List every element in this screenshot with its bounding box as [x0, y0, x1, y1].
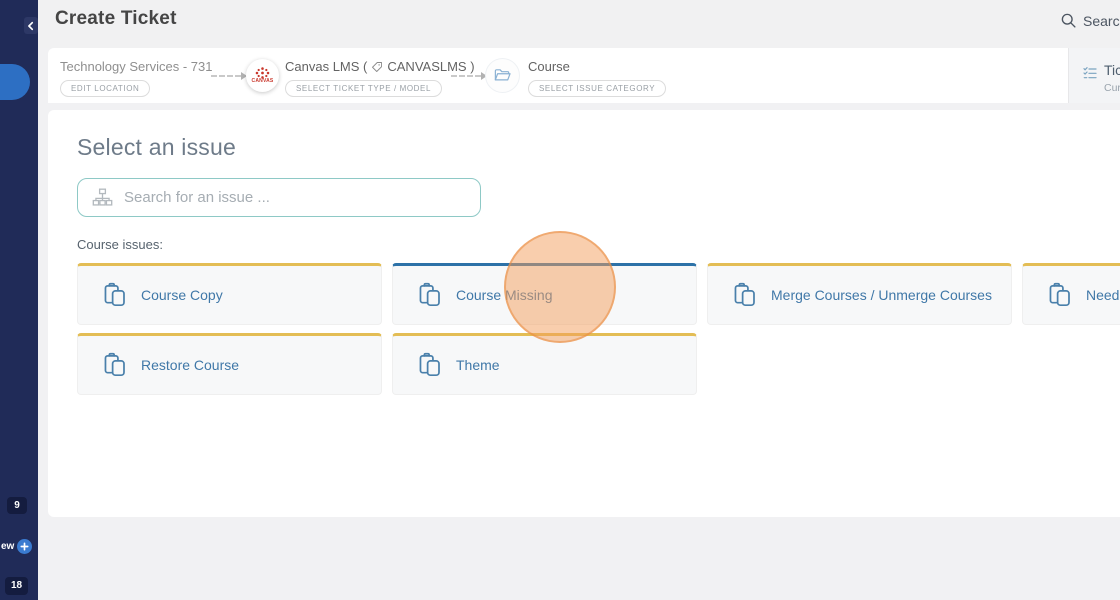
- sidebar-new-label: ew: [1, 541, 14, 552]
- issue-heading: Select an issue: [77, 134, 236, 161]
- issue-card-label: Course Copy: [141, 287, 223, 303]
- sidebar: 9 ew 18: [0, 0, 38, 600]
- issue-card-label: Merge Courses / Unmerge Courses: [771, 287, 992, 303]
- workflow-arrow-icon: [451, 72, 487, 80]
- global-search-label: Search: [1083, 13, 1120, 29]
- clipboard-copy-icon: [1047, 282, 1073, 308]
- sidebar-active-item[interactable]: [0, 64, 30, 100]
- course-issues-label: Course issues:: [77, 237, 163, 252]
- sitemap-icon: [92, 187, 113, 208]
- workflow-step-location: Technology Services - 731 EDIT LOCATION: [60, 59, 212, 97]
- sidebar-collapse-button[interactable]: [24, 17, 38, 34]
- select-issue-category-chip[interactable]: SELECT ISSUE CATEGORY: [528, 80, 666, 97]
- select-ticket-type-chip[interactable]: SELECT TICKET TYPE / MODEL: [285, 80, 442, 97]
- issue-search-box: [77, 178, 481, 217]
- ticket-details-title: Tic: [1104, 62, 1120, 78]
- clipboard-copy-icon: [732, 282, 758, 308]
- checklist-icon: [1082, 65, 1098, 81]
- issue-card-course-copy[interactable]: Course Copy: [77, 263, 382, 325]
- clipboard-copy-icon: [417, 352, 443, 378]
- canvas-logo: CANVAS: [246, 59, 279, 92]
- issue-card-label: Course Missing: [456, 287, 552, 303]
- workflow-arrow-icon: [211, 72, 247, 80]
- issue-card-merge-courses[interactable]: Merge Courses / Unmerge Courses: [707, 263, 1012, 325]
- category-title: Course: [528, 59, 666, 74]
- workflow-step-category: Course SELECT ISSUE CATEGORY: [528, 59, 666, 97]
- workflow-step-ticket-type: Canvas LMS ( CANVASLMS ) SELECT TICKET T…: [285, 59, 475, 97]
- issue-selection-panel: Select an issue Course issues: Course Co…: [48, 110, 1120, 517]
- chevron-left-icon: [26, 21, 36, 31]
- sidebar-new-item[interactable]: ew: [0, 538, 38, 554]
- issue-card-need-new[interactable]: Need ne: [1022, 263, 1120, 325]
- issue-search-input[interactable]: [124, 189, 470, 206]
- issue-card-label: Restore Course: [141, 357, 239, 373]
- top-bar: Create Ticket Search: [38, 0, 1120, 48]
- issue-card-course-missing[interactable]: Course Missing: [392, 263, 697, 325]
- search-icon: [1060, 12, 1077, 29]
- global-search-button[interactable]: Search: [1060, 12, 1120, 29]
- issue-card-label: Need ne: [1086, 287, 1120, 303]
- ticket-details-panel[interactable]: Tic Cur: [1068, 48, 1120, 103]
- clipboard-copy-icon: [102, 352, 128, 378]
- folder-icon: [493, 66, 512, 85]
- edit-location-chip[interactable]: EDIT LOCATION: [60, 80, 150, 97]
- page-title: Create Ticket: [55, 8, 177, 30]
- tag-icon: [371, 61, 383, 73]
- ticket-type-title-prefix: Canvas LMS (: [285, 59, 367, 74]
- plus-icon[interactable]: [17, 539, 32, 554]
- issue-card-restore-course[interactable]: Restore Course: [77, 333, 382, 395]
- sidebar-badge-bottom[interactable]: 18: [5, 577, 28, 595]
- issue-card-theme[interactable]: Theme: [392, 333, 697, 395]
- clipboard-copy-icon: [102, 282, 128, 308]
- issue-card-label: Theme: [456, 357, 500, 373]
- clipboard-copy-icon: [417, 282, 443, 308]
- location-title: Technology Services - 731: [60, 59, 212, 74]
- ticket-workflow-bar: Technology Services - 731 EDIT LOCATION …: [48, 48, 1120, 103]
- canvas-logo-text: CANVAS: [252, 78, 274, 84]
- ticket-details-subtitle: Cur: [1104, 82, 1120, 94]
- sidebar-badge-top[interactable]: 9: [7, 497, 27, 514]
- category-icon-circle: [486, 59, 519, 92]
